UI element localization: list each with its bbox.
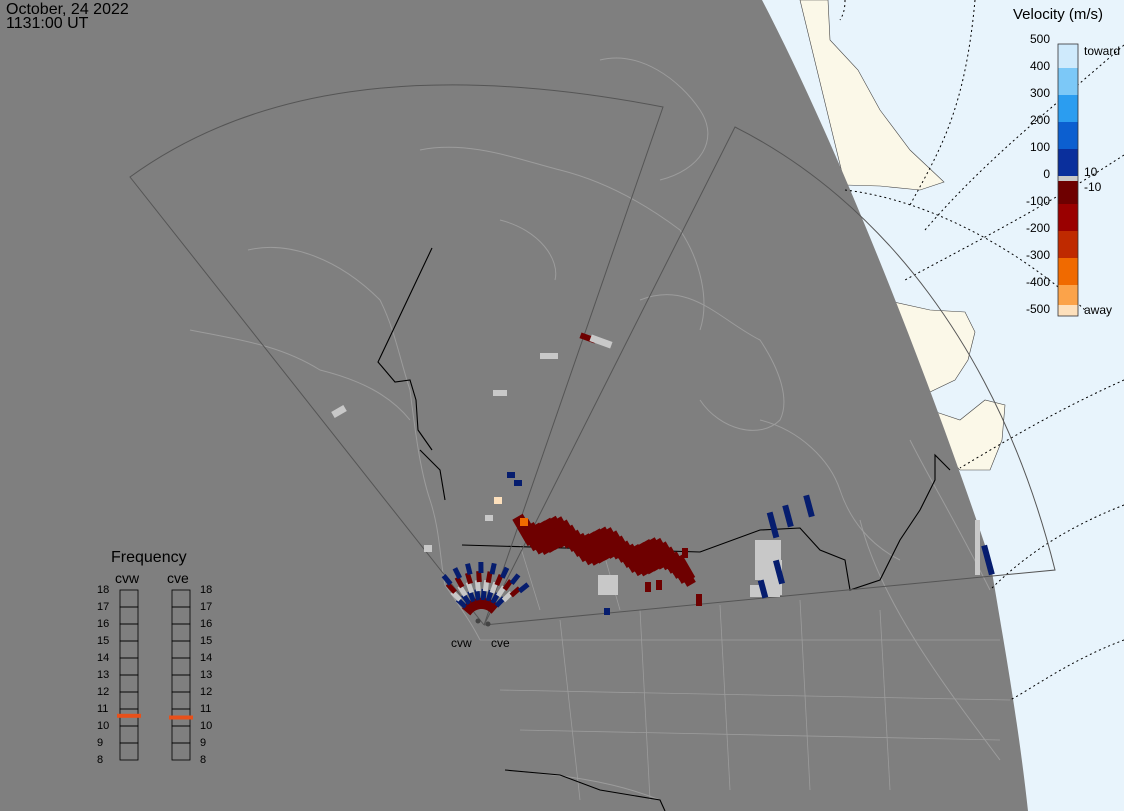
colorbar-segment	[1058, 204, 1078, 231]
echo-toward	[507, 472, 515, 478]
frequency-label-right: 15	[200, 635, 213, 647]
echo-cell	[493, 390, 507, 396]
velocity-tick: -100	[1025, 194, 1050, 208]
velocity-tick: 400	[1029, 59, 1050, 73]
velocity-tick: -500	[1025, 302, 1050, 316]
velocity-tick: -200	[1025, 221, 1050, 235]
frequency-label-left: 17	[97, 601, 110, 613]
inner-top-label: 10	[1084, 165, 1098, 179]
colorbar-segment	[1058, 305, 1078, 316]
site-cvw-marker	[475, 618, 481, 624]
inner-bottom-label: -10	[1084, 180, 1102, 194]
echo-cell	[478, 561, 484, 574]
echo-ground	[598, 575, 618, 595]
frequency-indicator-cvw	[117, 713, 141, 718]
frequency-label-right: 10	[200, 720, 213, 732]
velocity-colorbar	[1057, 43, 1079, 317]
frequency-label-right: 12	[200, 686, 213, 698]
frequency-label-right: 14	[200, 652, 213, 664]
frequency-label-left: 8	[97, 754, 104, 766]
frequency-label-left: 11	[97, 703, 109, 715]
frequency-label-left: 13	[97, 669, 110, 681]
frequency-label-right: 18	[200, 584, 213, 596]
echo-ground	[485, 515, 493, 521]
velocity-tick: -300	[1025, 248, 1050, 262]
velocity-tick: 100	[1029, 140, 1050, 154]
echo-cell	[696, 594, 702, 606]
frequency-label-right: 9	[200, 737, 207, 749]
frequency-label-left: 18	[97, 584, 110, 596]
frequency-label-right: 11	[200, 703, 212, 715]
radar-map-view: October, 24 2022 1131:00 UT Velocity (m/…	[0, 0, 1124, 811]
frequency-label-right: 17	[200, 601, 213, 613]
echo-cell	[682, 548, 688, 558]
echo-toward	[514, 480, 522, 486]
frequency-title: Frequency	[111, 549, 187, 566]
echo-ground	[975, 520, 980, 575]
velocity-tick: 0	[1043, 167, 1050, 181]
toward-label: toward	[1084, 44, 1121, 58]
frequency-indicator-cve	[169, 715, 193, 720]
colorbar-segment	[1058, 176, 1078, 181]
velocity-tick: 200	[1029, 113, 1050, 127]
frequency-label-left: 16	[97, 618, 110, 630]
frequency-label-right: 13	[200, 669, 213, 681]
site-cve-marker	[485, 621, 491, 627]
velocity-tick: -400	[1025, 275, 1050, 289]
colorbar-segment	[1058, 68, 1078, 95]
echo-toward	[604, 608, 610, 615]
frequency-label-right: 8	[200, 754, 207, 766]
echo-away-300	[520, 518, 528, 526]
echo-cell	[645, 582, 651, 592]
colorbar-segment	[1058, 44, 1078, 68]
site-label-cvw: cvw	[451, 636, 472, 650]
colorbar-segment	[1058, 258, 1078, 285]
colorbar-segment	[1058, 122, 1078, 149]
frequency-radar-cvw: cvw	[115, 570, 140, 586]
colorbar-segment	[1058, 181, 1078, 204]
frequency-label-left: 15	[97, 635, 110, 647]
velocity-title: Velocity (m/s)	[1013, 6, 1104, 23]
velocity-tick: 300	[1029, 86, 1050, 100]
colorbar-segment	[1058, 149, 1078, 176]
away-label: away	[1084, 303, 1113, 317]
time-label: 1131:00 UT	[6, 15, 89, 32]
frequency-label-left: 9	[97, 737, 104, 749]
frequency-radar-cve: cve	[167, 570, 189, 586]
map-canvas	[0, 0, 1124, 811]
echo-cell	[656, 580, 662, 590]
frequency-label-left: 14	[97, 652, 110, 664]
colorbar-segment	[1058, 285, 1078, 305]
frequency-label-left: 12	[97, 686, 110, 698]
echo-away-500	[494, 497, 502, 504]
frequency-label-right: 16	[200, 618, 213, 630]
echo-ground	[424, 545, 432, 552]
colorbar-segment	[1058, 95, 1078, 122]
site-label-cve: cve	[491, 636, 510, 650]
echo-cell	[540, 353, 558, 359]
velocity-tick: 500	[1029, 32, 1050, 46]
frequency-label-left: 10	[97, 720, 110, 732]
colorbar-segment	[1058, 231, 1078, 258]
